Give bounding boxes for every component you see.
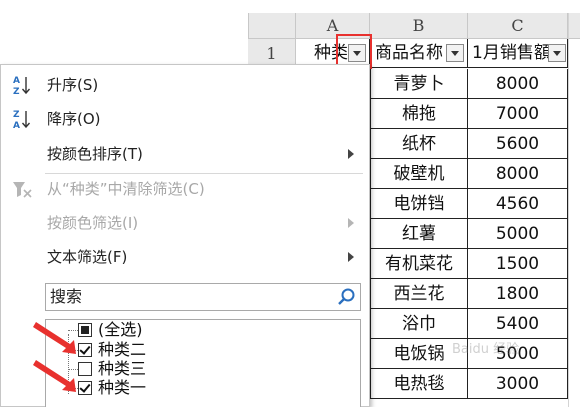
table-cell-product[interactable]: 电热毯 xyxy=(370,369,468,399)
sort-ascending-icon: A Z xyxy=(13,76,31,96)
checkbox-category-1[interactable] xyxy=(78,381,92,395)
table-cell-sales[interactable]: 5400 xyxy=(468,309,568,339)
svg-text:A: A xyxy=(13,121,20,130)
annotation-arrow-icon xyxy=(33,322,76,392)
menu-label-sort-ascending: 升序(S) xyxy=(47,76,99,94)
sort-descending-icon: Z A xyxy=(13,110,31,130)
list-item-label: 种类二 xyxy=(98,340,147,359)
table-cell-sales[interactable]: 8000 xyxy=(468,159,568,189)
table-cell-product[interactable]: 红薯 xyxy=(370,219,468,249)
table-cell-sales[interactable]: 1800 xyxy=(468,279,568,309)
svg-text:Z: Z xyxy=(13,110,20,120)
table-cell-sales[interactable]: 8000 xyxy=(468,69,568,99)
filter-dropdown-icon-sales[interactable] xyxy=(548,44,566,62)
menu-item-sort-descending[interactable]: Z A 降序(O) xyxy=(1,106,367,132)
ribbon-edge xyxy=(0,0,580,13)
table-cell-sales[interactable]: 3000 xyxy=(468,369,568,399)
table-cell-sales[interactable]: 1500 xyxy=(468,249,568,279)
table-cell-product[interactable]: 浴巾 xyxy=(370,309,468,339)
menu-label-text-filter: 文本筛选(F) xyxy=(47,248,128,266)
menu-label-sort-descending: 降序(O) xyxy=(47,110,101,128)
table-cell-sales[interactable]: 5000 xyxy=(468,219,568,249)
chevron-right-icon xyxy=(348,252,354,262)
table-cell-product[interactable]: 纸杯 xyxy=(370,129,468,159)
menu-item-text-filter[interactable]: 文本筛选(F) xyxy=(1,244,367,270)
table-cell-product[interactable]: 破壁机 xyxy=(370,159,468,189)
menu-item-filter-by-color[interactable]: 按颜色筛选(I) xyxy=(1,210,367,236)
menu-label-sort-by-color: 按颜色排序(T) xyxy=(47,145,143,163)
checkbox-category-3[interactable] xyxy=(78,362,92,376)
search-input[interactable]: 搜索 xyxy=(45,283,361,311)
chevron-right-icon xyxy=(348,218,354,228)
table-cell-product[interactable]: 有机菜花 xyxy=(370,249,468,279)
column-header-c[interactable]: C xyxy=(468,13,568,39)
table-cell-product[interactable]: 青萝卜 xyxy=(370,69,468,99)
svg-text:A: A xyxy=(13,76,20,86)
filter-value-list[interactable]: (全选) 种类二 种类三 种类一 xyxy=(45,319,361,407)
clear-filter-icon xyxy=(13,182,32,198)
column-header-d-partial[interactable] xyxy=(568,13,580,39)
table-cell-sales[interactable]: 4560 xyxy=(468,189,568,219)
menu-label-clear-filter: 从“种类”中清除筛选(C) xyxy=(47,180,205,198)
table-cell-product[interactable]: 西兰花 xyxy=(370,279,468,309)
menu-separator xyxy=(45,173,363,174)
menu-label-filter-by-color: 按颜色筛选(I) xyxy=(47,214,139,232)
menu-item-sort-by-color[interactable]: 按颜色排序(T) xyxy=(1,141,367,167)
svg-text:Z: Z xyxy=(13,87,20,96)
table-cell-sales[interactable]: 5600 xyxy=(468,129,568,159)
list-item-label: 种类一 xyxy=(98,378,147,397)
select-all-corner[interactable] xyxy=(248,13,296,39)
table-cell-product[interactable]: 电饼铛 xyxy=(370,189,468,219)
watermark: Baidu 经验 xyxy=(452,342,520,357)
search-icon[interactable] xyxy=(336,287,356,307)
menu-item-sort-ascending[interactable]: A Z 升序(S) xyxy=(1,72,367,98)
chevron-right-icon xyxy=(348,149,354,159)
menu-item-clear-filter[interactable]: 从“种类”中清除筛选(C) xyxy=(1,176,367,202)
checkbox-category-2[interactable] xyxy=(78,343,92,357)
list-item-label: (全选) xyxy=(98,320,143,339)
column-header-b[interactable]: B xyxy=(370,13,468,39)
table-cell-sales[interactable]: 7000 xyxy=(468,99,568,129)
table-cell-product[interactable]: 棉拖 xyxy=(370,99,468,129)
filter-dropdown-icon-product[interactable] xyxy=(446,44,464,62)
checkbox-select-all[interactable] xyxy=(78,323,92,337)
list-item-label: 种类三 xyxy=(98,359,147,378)
grid-line xyxy=(568,13,569,407)
search-placeholder: 搜索 xyxy=(50,287,83,306)
